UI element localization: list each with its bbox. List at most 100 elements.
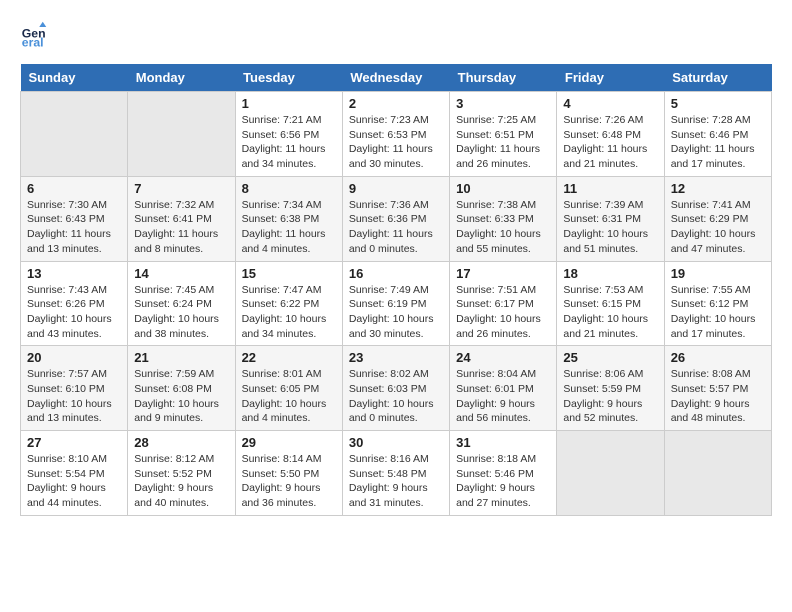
day-number: 23 — [349, 350, 443, 365]
day-number: 29 — [242, 435, 336, 450]
day-number: 10 — [456, 181, 550, 196]
day-info: Sunrise: 7:43 AMSunset: 6:26 PMDaylight:… — [27, 284, 112, 340]
day-number: 6 — [27, 181, 121, 196]
calendar-cell: 18 Sunrise: 7:53 AMSunset: 6:15 PMDayligh… — [557, 261, 664, 346]
day-number: 18 — [563, 266, 657, 281]
day-number: 3 — [456, 96, 550, 111]
day-info: Sunrise: 7:39 AMSunset: 6:31 PMDaylight:… — [563, 199, 648, 255]
calendar-cell: 22 Sunrise: 8:01 AMSunset: 6:05 PMDayligh… — [235, 346, 342, 431]
calendar-body: 1 Sunrise: 7:21 AMSunset: 6:56 PMDaylight… — [21, 92, 772, 516]
day-info: Sunrise: 7:38 AMSunset: 6:33 PMDaylight:… — [456, 199, 541, 255]
day-number: 31 — [456, 435, 550, 450]
weekday-header-friday: Friday — [557, 64, 664, 92]
day-number: 28 — [134, 435, 228, 450]
day-info: Sunrise: 8:08 AMSunset: 5:57 PMDaylight:… — [671, 368, 751, 424]
weekday-header-thursday: Thursday — [450, 64, 557, 92]
calendar-cell: 6Sunrise: 7:30 AMSunset: 6:43 PMDaylight… — [21, 176, 128, 261]
calendar-cell: 12 Sunrise: 7:41 AMSunset: 6:29 PMDayligh… — [664, 176, 771, 261]
calendar-cell: 19Sunrise: 7:55 AMSunset: 6:12 PMDayligh… — [664, 261, 771, 346]
day-info: Sunrise: 8:02 AMSunset: 6:03 PMDaylight:… — [349, 368, 434, 424]
day-number: 25 — [563, 350, 657, 365]
day-number: 14 — [134, 266, 228, 281]
calendar-cell: 14 Sunrise: 7:45 AMSunset: 6:24 PMDayligh… — [128, 261, 235, 346]
calendar-week-1: 1 Sunrise: 7:21 AMSunset: 6:56 PMDaylight… — [21, 92, 772, 177]
calendar-cell: 24 Sunrise: 8:04 AMSunset: 6:01 PMDayligh… — [450, 346, 557, 431]
calendar-table: SundayMondayTuesdayWednesdayThursdayFrid… — [20, 64, 772, 516]
day-info: Sunrise: 8:01 AMSunset: 6:05 PMDaylight:… — [242, 368, 327, 424]
day-number: 24 — [456, 350, 550, 365]
day-number: 15 — [242, 266, 336, 281]
logo: Gen eral — [20, 20, 52, 48]
day-info: Sunrise: 8:10 AMSunset: 5:54 PMDaylight:… — [27, 453, 107, 509]
calendar-cell: 17Sunrise: 7:51 AMSunset: 6:17 PMDayligh… — [450, 261, 557, 346]
calendar-cell: 25 Sunrise: 8:06 AMSunset: 5:59 PMDayligh… — [557, 346, 664, 431]
calendar-week-4: 20 Sunrise: 7:57 AMSunset: 6:10 PMDayligh… — [21, 346, 772, 431]
calendar-week-5: 27 Sunrise: 8:10 AMSunset: 5:54 PMDayligh… — [21, 431, 772, 516]
day-number: 5 — [671, 96, 765, 111]
day-info: Sunrise: 7:26 AMSunset: 6:48 PMDaylight:… — [563, 114, 647, 170]
day-info: Sunrise: 7:41 AMSunset: 6:29 PMDaylight:… — [671, 199, 756, 255]
calendar-cell: 7Sunrise: 7:32 AMSunset: 6:41 PMDaylight… — [128, 176, 235, 261]
calendar-cell — [128, 92, 235, 177]
day-number: 9 — [349, 181, 443, 196]
calendar-cell: 29 Sunrise: 8:14 AMSunset: 5:50 PMDayligh… — [235, 431, 342, 516]
calendar-cell: 31 Sunrise: 8:18 AMSunset: 5:46 PMDayligh… — [450, 431, 557, 516]
day-number: 1 — [242, 96, 336, 111]
day-info: Sunrise: 7:53 AMSunset: 6:15 PMDaylight:… — [563, 284, 648, 340]
day-info: Sunrise: 7:21 AMSunset: 6:56 PMDaylight:… — [242, 114, 326, 170]
calendar-cell: 21Sunrise: 7:59 AMSunset: 6:08 PMDayligh… — [128, 346, 235, 431]
weekday-header-row: SundayMondayTuesdayWednesdayThursdayFrid… — [21, 64, 772, 92]
calendar-cell: 28 Sunrise: 8:12 AMSunset: 5:52 PMDayligh… — [128, 431, 235, 516]
day-number: 19 — [671, 266, 765, 281]
day-info: Sunrise: 7:25 AMSunset: 6:51 PMDaylight:… — [456, 114, 540, 170]
day-number: 2 — [349, 96, 443, 111]
day-number: 22 — [242, 350, 336, 365]
calendar-cell: 27 Sunrise: 8:10 AMSunset: 5:54 PMDayligh… — [21, 431, 128, 516]
day-info: Sunrise: 8:04 AMSunset: 6:01 PMDaylight:… — [456, 368, 536, 424]
day-number: 12 — [671, 181, 765, 196]
calendar-cell: 16 Sunrise: 7:49 AMSunset: 6:19 PMDayligh… — [342, 261, 449, 346]
day-info: Sunrise: 7:57 AMSunset: 6:10 PMDaylight:… — [27, 368, 112, 424]
calendar-week-3: 13 Sunrise: 7:43 AMSunset: 6:26 PMDayligh… — [21, 261, 772, 346]
calendar-cell: 9 Sunrise: 7:36 AMSunset: 6:36 PMDaylight… — [342, 176, 449, 261]
day-number: 27 — [27, 435, 121, 450]
weekday-header-saturday: Saturday — [664, 64, 771, 92]
day-info: Sunrise: 8:14 AMSunset: 5:50 PMDaylight:… — [242, 453, 322, 509]
calendar-cell: 2Sunrise: 7:23 AMSunset: 6:53 PMDaylight… — [342, 92, 449, 177]
calendar-cell: 11 Sunrise: 7:39 AMSunset: 6:31 PMDayligh… — [557, 176, 664, 261]
weekday-header-sunday: Sunday — [21, 64, 128, 92]
calendar-cell — [557, 431, 664, 516]
day-info: Sunrise: 7:49 AMSunset: 6:19 PMDaylight:… — [349, 284, 434, 340]
calendar-cell: 23 Sunrise: 8:02 AMSunset: 6:03 PMDayligh… — [342, 346, 449, 431]
day-number: 7 — [134, 181, 228, 196]
day-info: Sunrise: 7:36 AMSunset: 6:36 PMDaylight:… — [349, 199, 433, 255]
day-number: 8 — [242, 181, 336, 196]
day-number: 16 — [349, 266, 443, 281]
calendar-cell: 13 Sunrise: 7:43 AMSunset: 6:26 PMDayligh… — [21, 261, 128, 346]
day-number: 4 — [563, 96, 657, 111]
page-header: Gen eral — [20, 20, 772, 48]
calendar-cell: 8 Sunrise: 7:34 AMSunset: 6:38 PMDaylight… — [235, 176, 342, 261]
day-info: Sunrise: 8:16 AMSunset: 5:48 PMDaylight:… — [349, 453, 429, 509]
weekday-header-tuesday: Tuesday — [235, 64, 342, 92]
calendar-cell: 26Sunrise: 8:08 AMSunset: 5:57 PMDayligh… — [664, 346, 771, 431]
day-info: Sunrise: 7:28 AMSunset: 6:46 PMDaylight:… — [671, 114, 755, 170]
calendar-cell: 1 Sunrise: 7:21 AMSunset: 6:56 PMDaylight… — [235, 92, 342, 177]
calendar-week-2: 6Sunrise: 7:30 AMSunset: 6:43 PMDaylight… — [21, 176, 772, 261]
day-number: 20 — [27, 350, 121, 365]
calendar-cell: 5 Sunrise: 7:28 AMSunset: 6:46 PMDaylight… — [664, 92, 771, 177]
day-info: Sunrise: 7:59 AMSunset: 6:08 PMDaylight:… — [134, 368, 219, 424]
day-info: Sunrise: 7:47 AMSunset: 6:22 PMDaylight:… — [242, 284, 327, 340]
day-info: Sunrise: 7:51 AMSunset: 6:17 PMDaylight:… — [456, 284, 541, 340]
day-info: Sunrise: 7:34 AMSunset: 6:38 PMDaylight:… — [242, 199, 326, 255]
day-number: 13 — [27, 266, 121, 281]
day-info: Sunrise: 7:45 AMSunset: 6:24 PMDaylight:… — [134, 284, 219, 340]
day-info: Sunrise: 8:12 AMSunset: 5:52 PMDaylight:… — [134, 453, 214, 509]
calendar-cell: 3 Sunrise: 7:25 AMSunset: 6:51 PMDaylight… — [450, 92, 557, 177]
calendar-cell — [664, 431, 771, 516]
day-number: 11 — [563, 181, 657, 196]
calendar-cell: 4 Sunrise: 7:26 AMSunset: 6:48 PMDaylight… — [557, 92, 664, 177]
day-info: Sunrise: 8:06 AMSunset: 5:59 PMDaylight:… — [563, 368, 643, 424]
calendar-cell: 10 Sunrise: 7:38 AMSunset: 6:33 PMDayligh… — [450, 176, 557, 261]
day-info: Sunrise: 8:18 AMSunset: 5:46 PMDaylight:… — [456, 453, 536, 509]
